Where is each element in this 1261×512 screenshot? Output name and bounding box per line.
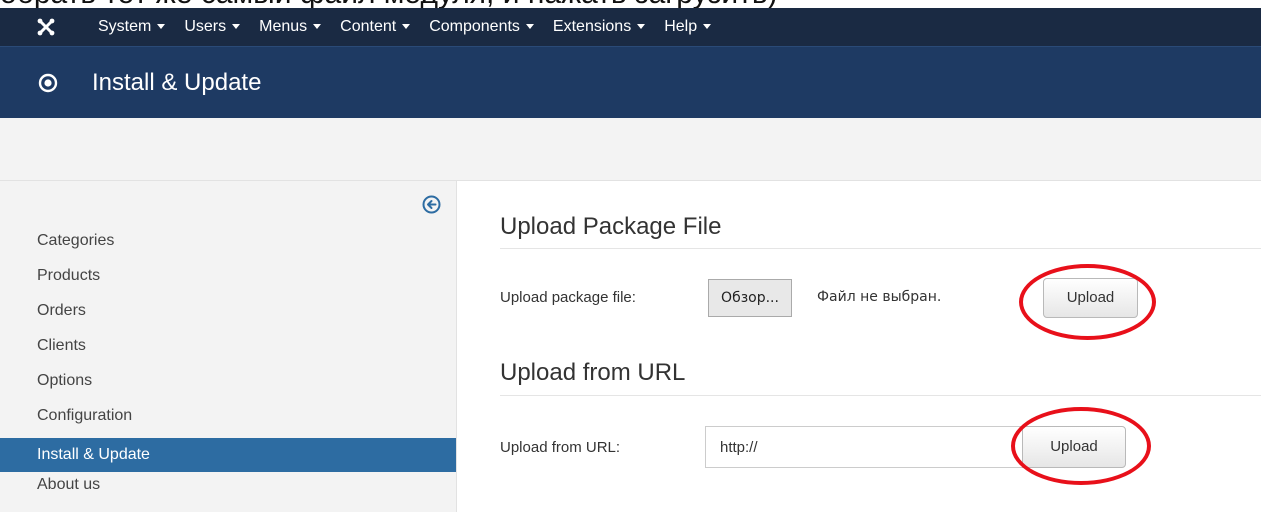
- upload-url-button[interactable]: Upload: [1022, 426, 1126, 468]
- sidebar-item-products[interactable]: Products: [0, 263, 456, 298]
- menu-content[interactable]: Content: [340, 8, 411, 46]
- caret-down-icon: [157, 24, 166, 30]
- joomla-logo-icon[interactable]: [36, 17, 56, 42]
- circle-arrow-left-icon[interactable]: [422, 195, 441, 219]
- sidebar-item-label: Categories: [37, 232, 115, 249]
- sidebar-item-categories[interactable]: Categories: [0, 228, 456, 263]
- sidebar-item-install-update[interactable]: Install & Update: [0, 438, 456, 472]
- menu-label: Help: [664, 18, 698, 35]
- sidebar-menu: Categories Products Orders Clients Optio…: [0, 228, 456, 507]
- caret-down-icon: [313, 24, 322, 30]
- menu-label: Extensions: [552, 18, 632, 35]
- page-header: Install & Update: [0, 46, 1261, 119]
- sidebar-item-label: Configuration: [37, 407, 133, 424]
- menu-label: Content: [340, 18, 397, 35]
- sidebar-item-label: Install & Update: [37, 446, 150, 463]
- radio-target-icon: [38, 73, 58, 98]
- url-input[interactable]: [705, 426, 1023, 468]
- upload-package-button[interactable]: Upload: [1043, 278, 1138, 318]
- main-menu: System Users Menus Content Components Ex…: [98, 8, 730, 46]
- upload-url-label: Upload from URL:: [500, 439, 621, 456]
- menu-label: Users: [184, 18, 227, 35]
- menu-extensions[interactable]: Extensions: [552, 8, 646, 46]
- menu-system[interactable]: System: [98, 8, 166, 46]
- menu-users[interactable]: Users: [184, 8, 241, 46]
- sidebar-item-options[interactable]: Options: [0, 368, 456, 403]
- menu-help[interactable]: Help: [664, 8, 712, 46]
- divider: [500, 395, 1261, 396]
- file-status-text: Файл не выбран.: [817, 289, 942, 305]
- caret-down-icon: [637, 24, 646, 30]
- sidebar-item-configuration[interactable]: Configuration: [0, 403, 456, 438]
- menu-label: Menus: [259, 18, 308, 35]
- top-navbar: System Users Menus Content Components Ex…: [0, 8, 1261, 46]
- sidebar-item-label: Clients: [37, 337, 86, 354]
- menu-components[interactable]: Components: [429, 8, 534, 46]
- sidebar-item-clients[interactable]: Clients: [0, 333, 456, 368]
- upload-package-label: Upload package file:: [500, 289, 636, 306]
- menu-menus[interactable]: Menus: [259, 8, 322, 46]
- caret-down-icon: [703, 24, 712, 30]
- caret-down-icon: [232, 24, 241, 30]
- upload-url-heading: Upload from URL: [500, 359, 686, 386]
- caret-down-icon: [525, 24, 534, 30]
- divider: [500, 248, 1261, 249]
- sidebar-item-label: About us: [37, 476, 101, 493]
- menu-label: System: [98, 18, 152, 35]
- page-title: Install & Update: [92, 69, 262, 96]
- main-content: Upload Package File Upload package file:…: [456, 181, 1261, 512]
- sidebar-item-label: Options: [37, 372, 93, 389]
- upload-package-heading: Upload Package File: [500, 213, 722, 240]
- browse-button[interactable]: Обзор...: [708, 279, 792, 317]
- sidebar-item-orders[interactable]: Orders: [0, 298, 456, 333]
- toolbar-area: [0, 118, 1261, 181]
- sidebar-item-label: Products: [37, 267, 101, 284]
- menu-label: Components: [429, 18, 520, 35]
- sidebar-item-label: Orders: [37, 302, 86, 319]
- sidebar-item-about-us[interactable]: About us: [0, 472, 456, 507]
- caret-down-icon: [402, 24, 411, 30]
